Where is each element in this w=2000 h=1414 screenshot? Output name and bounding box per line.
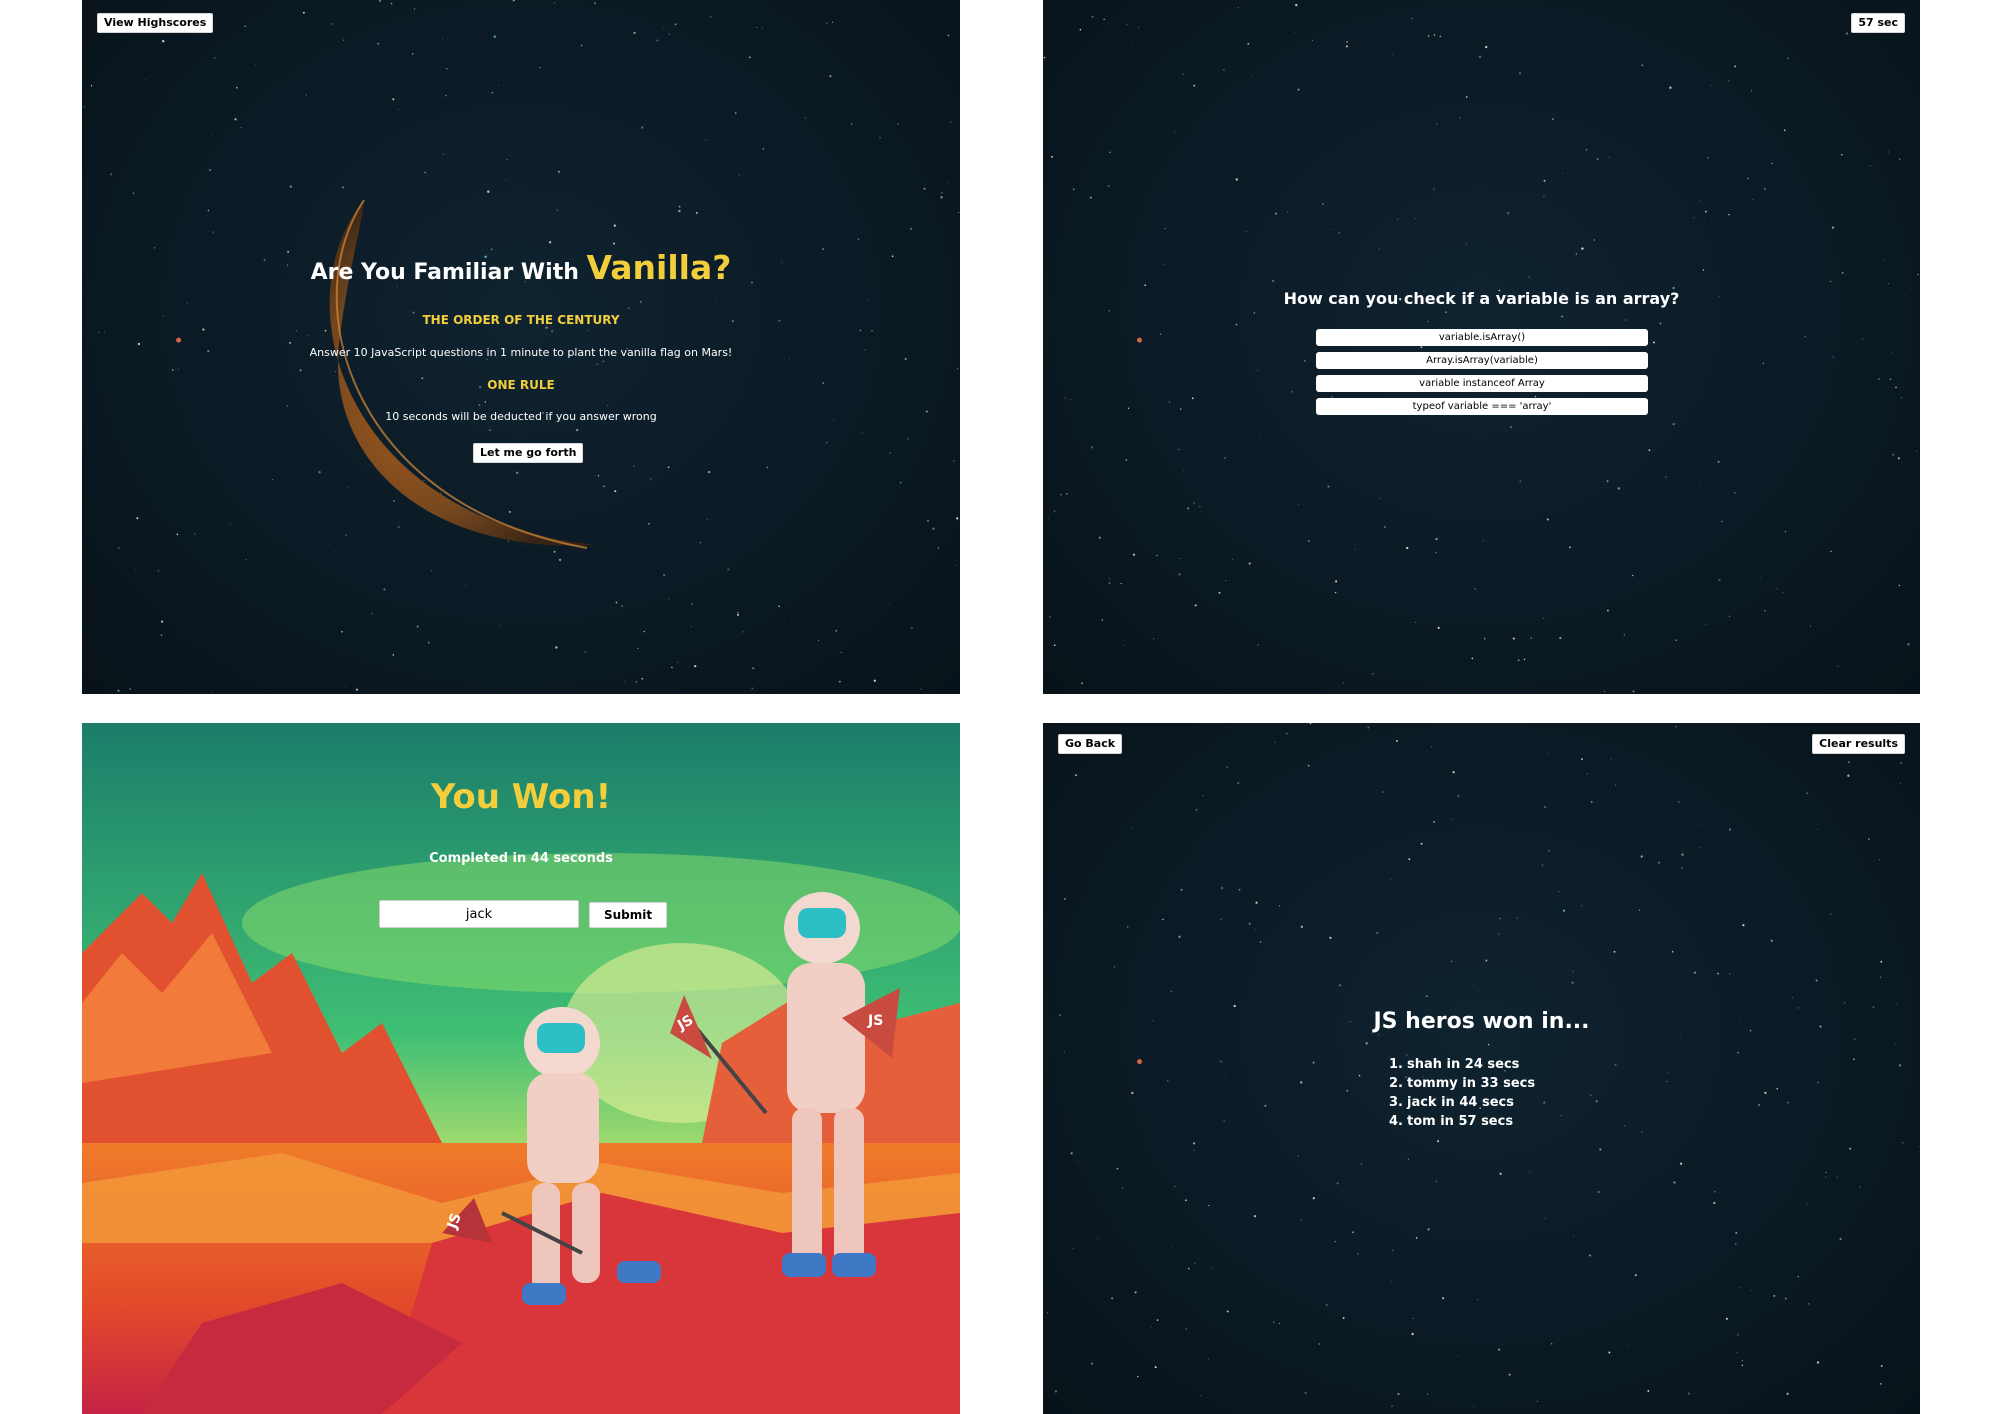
description-rules: Answer 10 JavaScript questions in 1 minu… [309,346,733,359]
highscores-heading: JS heros won in... [1373,1009,1590,1034]
start-quiz-button[interactable]: Let me go forth [473,443,584,463]
title-prefix: Are You Familiar With [310,260,579,285]
answer-choice-3[interactable]: variable instanceof Array [1316,375,1648,392]
win-screen: JS JS JS You Won! Completed in 44 second… [82,723,960,1414]
starfield [1043,3,1919,693]
score-item: 2. tommy in 33 secs [1389,1076,1536,1091]
highscores-list: 1. shah in 24 secs 2. tommy in 33 secs 3. j… [1389,1055,1535,1131]
win-heading: You Won! [430,777,612,817]
clear-results-button[interactable]: Clear results [1812,734,1905,754]
highscores-screen: Go Back Clear results JS heros won in...… [1043,723,1920,1414]
name-input[interactable] [379,900,579,928]
score-item: 4. tom in 57 secs [1389,1114,1514,1129]
score-item: 1. shah in 24 secs [1389,1057,1520,1072]
mars-astronauts-illustration [82,723,960,1414]
submit-button[interactable]: Submit [589,902,668,928]
view-highscores-button[interactable]: View Highscores [97,13,214,33]
subtitle-one-rule: ONE RULE [487,378,555,392]
answer-choice-2[interactable]: Array.isArray(variable) [1316,352,1648,369]
start-screen: View Highscores Are You Familiar With Va… [82,0,960,694]
score-item: 3. jack in 44 secs [1389,1095,1514,1110]
quiz-screen: 57 sec How can you check if a variable i… [1043,0,1920,694]
subtitle-order: THE ORDER OF THE CENTURY [422,313,620,327]
description-penalty: 10 seconds will be deducted if you answe… [385,410,657,423]
completed-time-text: Completed in 44 seconds [429,851,613,866]
flag-label-2: JS [868,1013,884,1029]
title-highlight: Vanilla? [586,248,732,287]
answer-choice-1[interactable]: variable.isArray() [1316,329,1648,346]
answer-choice-4[interactable]: typeof variable === 'array' [1316,398,1648,415]
go-back-button[interactable]: Go Back [1058,734,1123,754]
page-title: Are You Familiar With Vanilla? [82,248,960,287]
question-text: How can you check if a variable is an ar… [1283,289,1680,308]
timer-badge: 57 sec [1851,13,1905,33]
